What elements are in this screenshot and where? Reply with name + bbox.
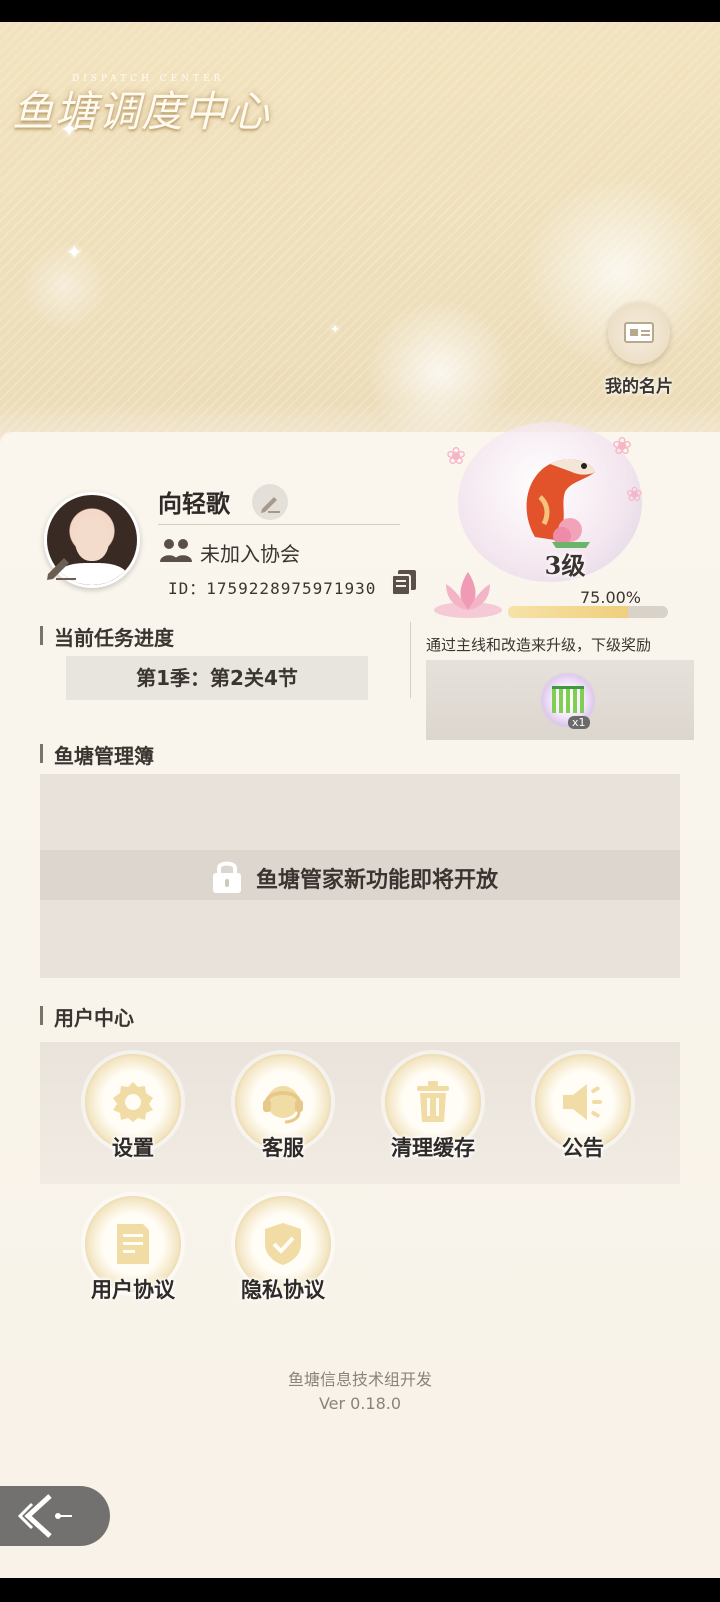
lotus-icon (434, 572, 502, 618)
user-center-heading: 用户中心 (40, 1002, 134, 1031)
user-agreement-button[interactable]: 用户协议 (68, 1196, 198, 1304)
user-name: 向轻歌 (158, 490, 230, 518)
screen: DISPATCH CENTER 鱼塘调度中心 ✦ ✦ ✦ 我的名片 向轻歌 未加… (0, 22, 720, 1578)
gear-icon (113, 1082, 153, 1122)
glow-decoration (20, 242, 110, 332)
koi-fish-icon (526, 459, 595, 548)
reward-count: x1 (568, 716, 590, 729)
headset-icon (263, 1086, 303, 1124)
developer-credit: 鱼塘信息技术组开发 (287, 1370, 432, 1389)
clothes-rack-icon (552, 686, 584, 713)
customer-service-label: 客服 (262, 1136, 304, 1160)
association-status[interactable]: 未加入协会 (200, 538, 300, 567)
customer-service-button[interactable]: 客服 (218, 1054, 348, 1162)
management-heading: 鱼塘管理簿 (40, 740, 154, 769)
edit-name-button[interactable] (252, 484, 288, 520)
task-progress-value: 第1季：第2关4节 (66, 656, 368, 700)
status-bar (0, 0, 720, 22)
petal-decoration: ❀ (446, 442, 467, 470)
clear-cache-button[interactable]: 清理缓存 (368, 1054, 498, 1162)
settings-button[interactable]: 设置 (68, 1054, 198, 1162)
management-locked-text: 鱼塘管家新功能即将开放 (256, 868, 499, 893)
sparkle-icon: ✦ (60, 118, 79, 143)
level-progress-bar (508, 606, 668, 618)
page-title: 鱼塘调度中心 (12, 87, 271, 136)
id-card-icon (624, 322, 654, 343)
sparkle-icon: ✦ (66, 240, 83, 264)
group-icon (160, 539, 192, 562)
trash-icon (417, 1081, 449, 1122)
level-progress-text: 75.00% (580, 588, 642, 607)
settings-label: 设置 (112, 1136, 154, 1160)
lotus-decoration (360, 302, 520, 442)
navigation-bar (0, 1578, 720, 1602)
privacy-agreement-label: 隐私协议 (241, 1278, 325, 1302)
level-progress-fill (508, 606, 628, 618)
back-button[interactable] (0, 1486, 110, 1546)
clear-cache-label: 清理缓存 (391, 1136, 475, 1160)
document-icon (117, 1224, 149, 1264)
announcement-label: 公告 (562, 1136, 604, 1160)
pencil-icon (261, 497, 280, 513)
version-text: Ver 0.18.0 (318, 1394, 402, 1413)
level-text: 3级 (544, 551, 586, 580)
user-id: ID：1759228975971930 (168, 579, 377, 598)
privacy-agreement-button[interactable]: 隐私协议 (218, 1196, 348, 1304)
section-divider (410, 622, 411, 698)
business-card-button[interactable] (608, 302, 670, 364)
back-arrow-icon (17, 1494, 72, 1538)
petal-decoration: ❀ (626, 482, 643, 506)
lock-icon (213, 861, 241, 893)
petal-decoration: ❀ (612, 432, 633, 460)
upgrade-hint: 通过主线和改造来升级，下级奖励 (426, 636, 652, 654)
business-card-label[interactable]: 我的名片 (596, 372, 682, 397)
announcement-button[interactable]: 公告 (518, 1054, 648, 1162)
sparkle-icon: ✦ (330, 322, 341, 336)
task-progress-heading: 当前任务进度 (40, 622, 174, 651)
user-agreement-label: 用户协议 (91, 1278, 175, 1302)
speaker-icon (563, 1084, 602, 1120)
avatar-face (75, 517, 109, 561)
name-divider (158, 524, 400, 525)
copy-icon[interactable] (390, 568, 418, 596)
avatar-edit-icon[interactable] (44, 552, 78, 582)
shield-check-icon (265, 1223, 301, 1265)
